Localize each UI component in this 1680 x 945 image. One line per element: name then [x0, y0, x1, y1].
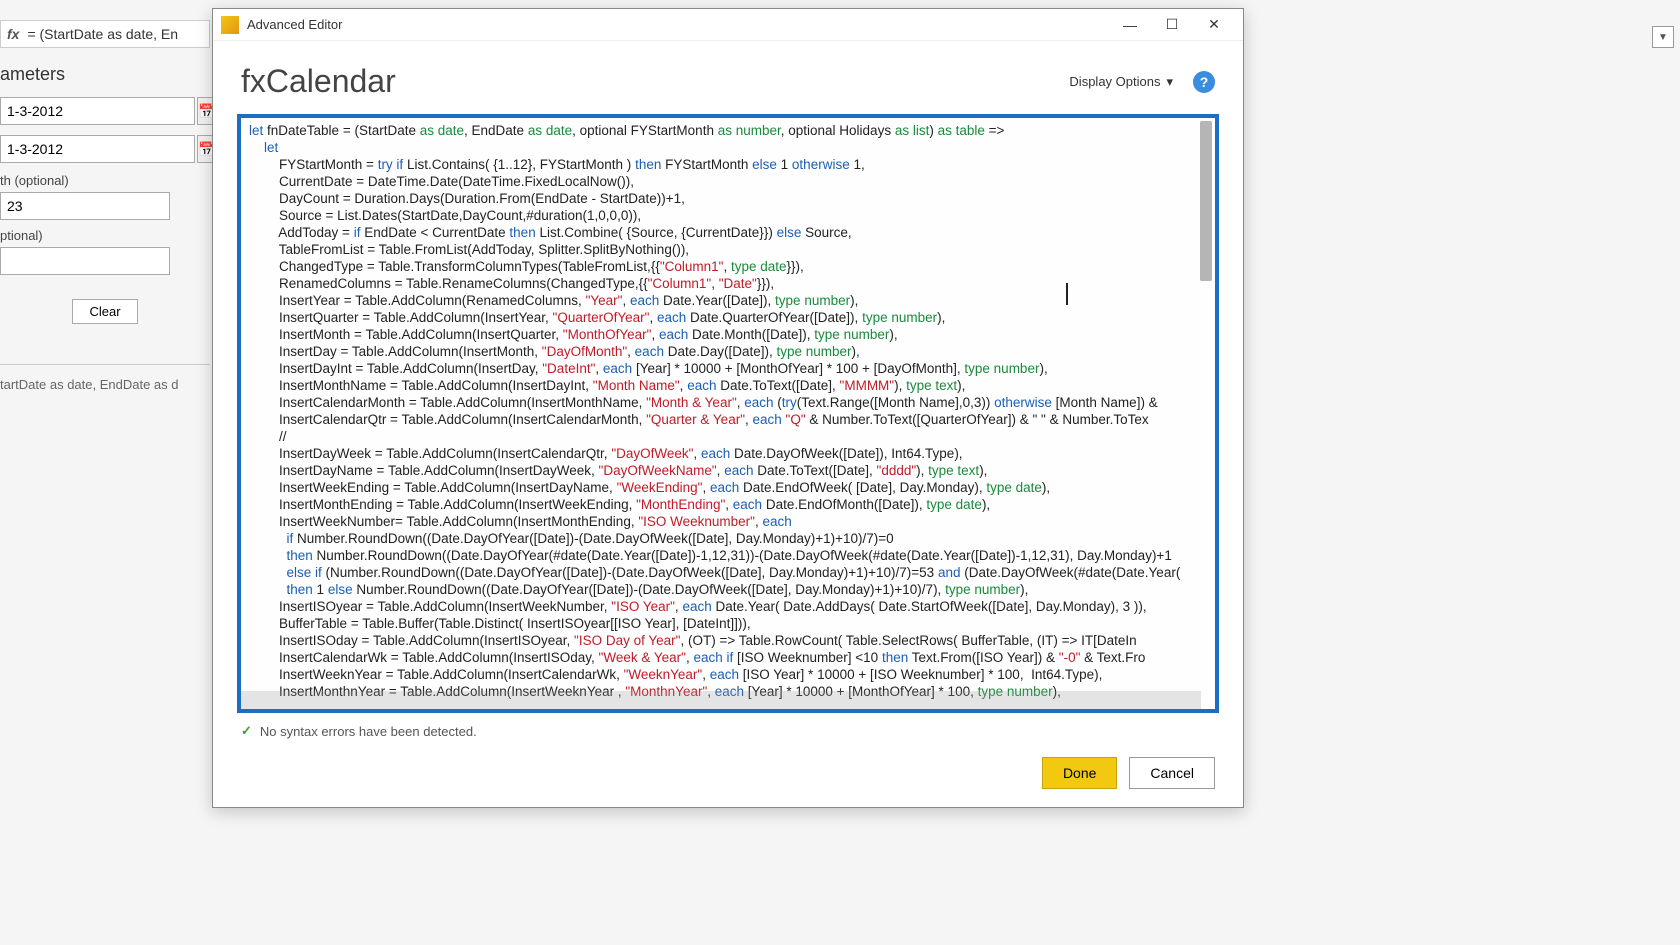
chevron-down-icon: ▼ — [1658, 32, 1668, 43]
dialog-buttons: Done Cancel — [213, 743, 1243, 807]
fy-start-month-input[interactable] — [0, 192, 170, 220]
code-editor[interactable]: let fnDateTable = (StartDate as date, En… — [237, 114, 1219, 713]
parameters-panel: ameters 📅 📅 th (optional) ptional) Clear… — [0, 60, 210, 392]
clear-button[interactable]: Clear — [72, 299, 137, 324]
minimize-button[interactable]: — — [1109, 9, 1151, 41]
optional-label-2: ptional) — [0, 228, 210, 243]
formula-dropdown-button[interactable]: ▼ — [1652, 26, 1674, 48]
current-line-highlight — [241, 691, 1201, 709]
parameters-heading: ameters — [0, 64, 210, 85]
fx-icon: fx — [7, 26, 19, 42]
display-options-label: Display Options — [1069, 74, 1160, 89]
done-button[interactable]: Done — [1042, 757, 1117, 789]
window-title: Advanced Editor — [247, 17, 1109, 32]
text-cursor — [1066, 283, 1068, 305]
display-options-dropdown[interactable]: Display Options ▾ — [1069, 74, 1173, 90]
maximize-button[interactable]: ☐ — [1151, 9, 1193, 41]
title-bar: Advanced Editor — ☐ ✕ — [213, 9, 1243, 41]
optional-label-1: th (optional) — [0, 173, 210, 188]
query-name-heading: fxCalendar — [241, 63, 1069, 100]
help-button[interactable]: ? — [1193, 71, 1215, 93]
holidays-input[interactable] — [0, 247, 170, 275]
dialog-header: fxCalendar Display Options ▾ ? — [213, 41, 1243, 110]
powerbi-logo-icon — [221, 16, 239, 34]
chevron-down-icon: ▾ — [1166, 74, 1173, 90]
formula-bar: fx = (StartDate as date, En — [0, 20, 210, 48]
status-text: No syntax errors have been detected. — [260, 724, 477, 739]
advanced-editor-dialog: Advanced Editor — ☐ ✕ fxCalendar Display… — [212, 8, 1244, 808]
formula-text: = (StartDate as date, En — [27, 26, 178, 42]
close-button[interactable]: ✕ — [1193, 9, 1235, 41]
cancel-button[interactable]: Cancel — [1129, 757, 1215, 789]
syntax-status: ✓ No syntax errors have been detected. — [213, 719, 1243, 743]
end-date-input[interactable] — [0, 135, 195, 163]
scrollbar-thumb[interactable] — [1200, 121, 1212, 281]
function-signature: tartDate as date, EndDate as d — [0, 364, 210, 392]
start-date-input[interactable] — [0, 97, 195, 125]
check-icon: ✓ — [241, 723, 252, 739]
